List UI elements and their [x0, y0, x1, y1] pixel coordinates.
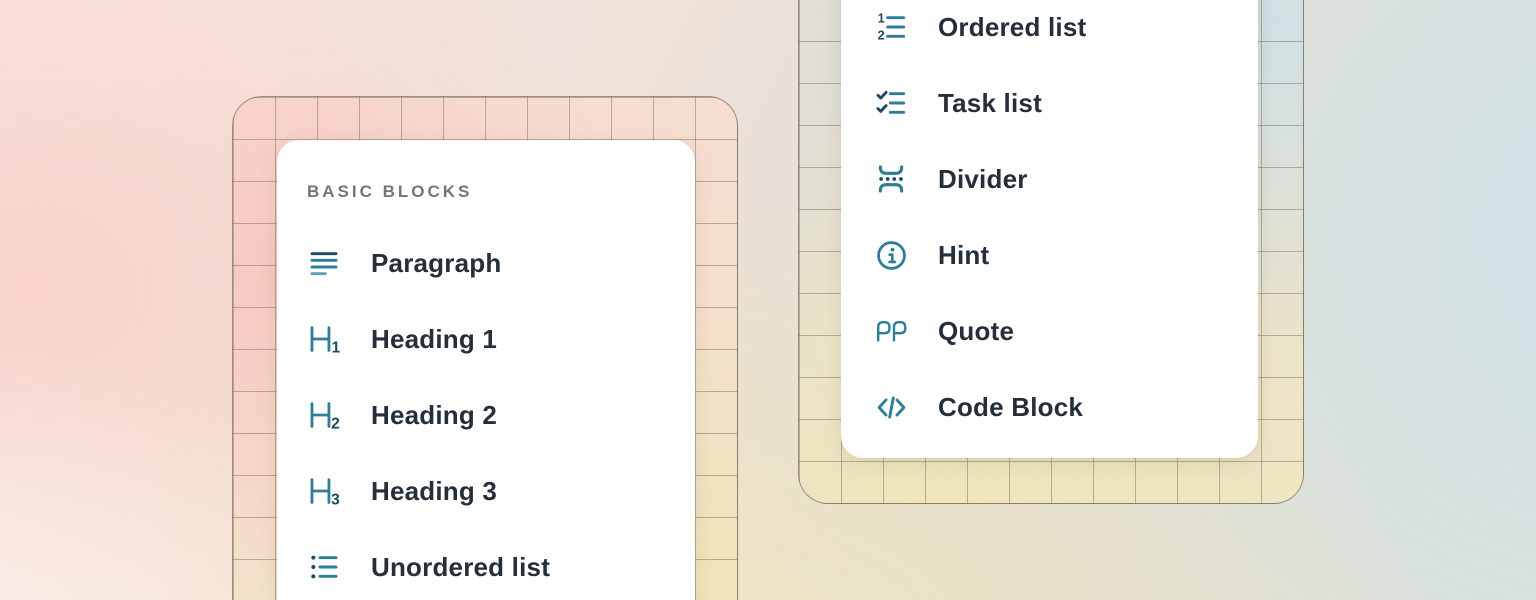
menu-item-paragraph[interactable]: Paragraph — [307, 225, 695, 301]
section-header-basic-blocks: BASIC BLOCKS — [307, 140, 695, 206]
heading-2-icon: 2 — [307, 398, 341, 432]
svg-text:1: 1 — [332, 339, 341, 356]
quote-icon — [874, 317, 908, 345]
menu-item-label: Divider — [938, 164, 1028, 195]
menu-item-ordered-list[interactable]: 1 2 Ordered list — [874, 0, 1258, 65]
menu-item-task-list[interactable]: Task list — [874, 65, 1258, 141]
menu-item-code-block[interactable]: Code Block — [874, 369, 1258, 445]
menu-item-label: Unordered list — [371, 552, 550, 583]
block-menu-hero: { "left_panel": { "section_label": "BASI… — [0, 0, 1536, 600]
menu-item-hint[interactable]: Hint — [874, 217, 1258, 293]
menu-item-label: Heading 2 — [371, 400, 497, 431]
task-list-icon — [874, 87, 908, 119]
menu-item-label: Heading 3 — [371, 476, 497, 507]
menu-item-label: Ordered list — [938, 12, 1086, 43]
menu-item-label: Code Block — [938, 392, 1083, 423]
advanced-blocks-item-list: 1 2 Ordered list Task list — [874, 0, 1258, 445]
ordered-list-icon: 1 2 — [874, 11, 908, 43]
menu-item-heading-2[interactable]: 2 Heading 2 — [307, 377, 695, 453]
menu-item-divider[interactable]: Divider — [874, 141, 1258, 217]
menu-item-label: Task list — [938, 88, 1042, 119]
svg-text:2: 2 — [878, 28, 885, 42]
svg-text:1: 1 — [878, 12, 885, 26]
menu-item-heading-1[interactable]: 1 Heading 1 — [307, 301, 695, 377]
heading-3-icon: 3 — [307, 474, 341, 508]
unordered-list-icon — [307, 551, 341, 583]
menu-item-heading-3[interactable]: 3 Heading 3 — [307, 453, 695, 529]
code-block-icon — [874, 391, 908, 424]
menu-item-unordered-list[interactable]: Unordered list — [307, 529, 695, 600]
paragraph-icon — [307, 247, 341, 279]
advanced-blocks-menu-card: 1 2 Ordered list Task list — [841, 0, 1258, 458]
menu-item-label: Paragraph — [371, 248, 501, 279]
menu-item-label: Hint — [938, 240, 989, 271]
basic-blocks-item-list: Paragraph 1 Heading 1 2 — [307, 225, 695, 600]
divider-icon — [874, 162, 908, 196]
svg-text:2: 2 — [331, 415, 340, 432]
heading-1-icon: 1 — [307, 322, 341, 356]
menu-item-label: Quote — [938, 316, 1014, 347]
hint-icon — [874, 239, 908, 272]
svg-text:3: 3 — [331, 491, 340, 508]
menu-item-quote[interactable]: Quote — [874, 293, 1258, 369]
basic-blocks-menu-card: BASIC BLOCKS Paragraph 1 — [277, 140, 695, 600]
menu-item-label: Heading 1 — [371, 324, 497, 355]
